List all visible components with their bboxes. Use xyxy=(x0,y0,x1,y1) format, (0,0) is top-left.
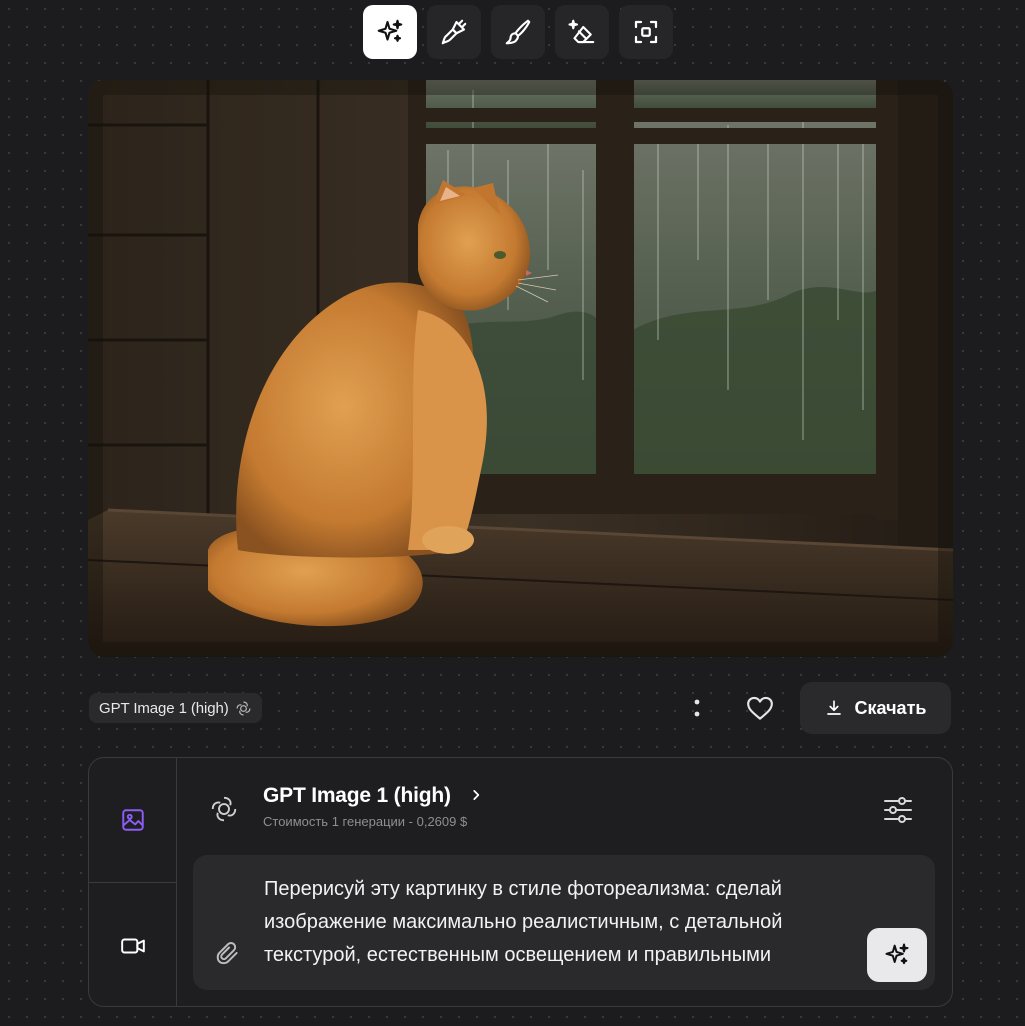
pen-brush-icon xyxy=(505,19,531,45)
heart-icon xyxy=(747,696,773,720)
chevron-right-icon xyxy=(473,790,480,800)
sparkle-icon xyxy=(885,943,909,965)
paint-brush-tool-button[interactable] xyxy=(427,5,481,59)
generated-image[interactable] xyxy=(88,80,953,657)
model-selector[interactable]: GPT Image 1 (high) Стоимость 1 генерации… xyxy=(209,784,929,834)
model-name: GPT Image 1 (high) xyxy=(263,784,451,807)
vertical-dots-icon xyxy=(694,699,700,717)
favorite-button[interactable] xyxy=(740,688,780,728)
generate-tool-button[interactable] xyxy=(363,5,417,59)
eraser-sparkle-icon xyxy=(568,19,595,44)
settings-button[interactable] xyxy=(878,794,918,826)
crop-tool-button[interactable] xyxy=(619,5,673,59)
cat-at-window-illustration xyxy=(88,80,953,657)
paint-brush-icon xyxy=(441,19,467,45)
generation-cost: Стоимость 1 генерации - 0,2609 $ xyxy=(263,814,468,829)
pen-brush-tool-button[interactable] xyxy=(491,5,545,59)
mode-sidebar xyxy=(89,758,177,1006)
model-chip-label: GPT Image 1 (high) xyxy=(99,699,229,717)
openai-logo-icon xyxy=(211,796,237,822)
more-options-button[interactable] xyxy=(680,690,714,726)
generate-button[interactable] xyxy=(867,928,927,982)
paperclip-icon[interactable] xyxy=(215,941,241,967)
image-icon xyxy=(122,809,144,831)
sliders-icon xyxy=(884,797,912,823)
prompt-box[interactable]: Перерисуй эту картинку в стиле фотореали… xyxy=(193,855,935,990)
image-mode-tab[interactable] xyxy=(89,758,177,883)
download-button[interactable]: Скачать xyxy=(800,682,951,734)
prompt-input[interactable]: Перерисуй эту картинку в стиле фотореали… xyxy=(264,873,864,978)
download-icon xyxy=(826,700,841,715)
download-label: Скачать xyxy=(854,697,927,718)
sparkle-icon xyxy=(377,19,403,42)
model-chip: GPT Image 1 (high) xyxy=(89,693,262,723)
video-camera-icon xyxy=(121,938,145,953)
openai-logo-icon xyxy=(236,701,251,715)
crop-frame-icon xyxy=(634,20,658,44)
edit-toolbar xyxy=(363,5,673,59)
video-mode-tab[interactable] xyxy=(89,883,177,1006)
eraser-tool-button[interactable] xyxy=(555,5,609,59)
